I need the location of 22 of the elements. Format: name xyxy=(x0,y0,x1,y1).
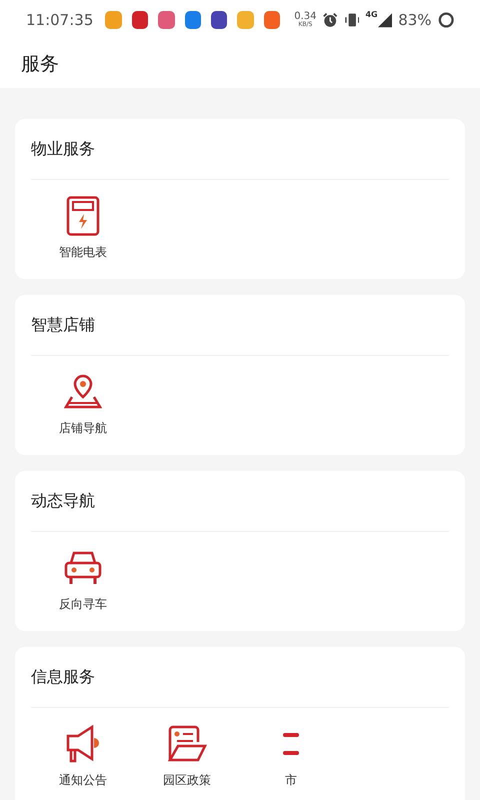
battery-icon xyxy=(438,11,454,29)
network-type: 4G xyxy=(365,10,378,19)
network-speed: 0.34 xyxy=(294,12,316,22)
section-title: 动态导航 xyxy=(31,490,96,512)
battery-level: 83% xyxy=(398,11,432,29)
service-label[interactable]: 通知公告 xyxy=(59,772,107,789)
alarm-icon xyxy=(322,11,339,29)
dash-icon xyxy=(283,733,299,755)
page-title: 服务 xyxy=(21,52,59,77)
status-time: 11:07:35 xyxy=(26,11,94,29)
vibrate-icon xyxy=(344,11,360,29)
signal-icon xyxy=(378,12,392,28)
service-label[interactable]: 店铺导航 xyxy=(59,420,107,437)
section-title: 信息服务 xyxy=(31,666,96,688)
service-label[interactable]: 反向寻车 xyxy=(59,596,107,613)
section-title: 物业服务 xyxy=(31,138,96,160)
document-icon xyxy=(167,724,207,764)
section-title: 智慧店铺 xyxy=(31,314,96,336)
service-label[interactable]: 园区政策 xyxy=(163,772,211,789)
service-label[interactable]: 市 xyxy=(285,772,297,789)
service-label[interactable]: 智能电表 xyxy=(59,244,107,261)
meter-icon xyxy=(65,196,101,236)
